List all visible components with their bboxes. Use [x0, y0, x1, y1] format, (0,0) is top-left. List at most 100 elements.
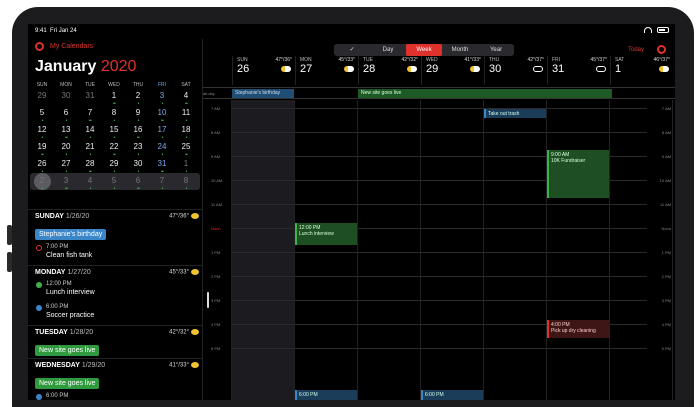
mini-day[interactable]: 15 •	[102, 125, 126, 141]
sidebar: My Calendars January 2020 SUN MON TUE WED TH…	[28, 39, 203, 400]
partly-sunny-icon	[191, 213, 199, 219]
agenda-event[interactable]: 6:00 PM Soccer practice	[28, 302, 203, 325]
mini-day[interactable]: 14 •	[78, 125, 102, 141]
mini-day[interactable]: 31	[78, 91, 102, 107]
mini-day[interactable]: 8 •	[102, 108, 126, 124]
event-dots: •	[161, 135, 164, 141]
week-column-header[interactable]: TUE 28 42°/32°	[358, 56, 421, 85]
battery-icon	[657, 27, 669, 33]
event-dots: •	[185, 135, 188, 141]
mini-day[interactable]: 18 •	[174, 125, 198, 141]
calendar-event[interactable]: 12:00 PM Lunch interview	[295, 223, 357, 245]
mini-day[interactable]: 6 •	[54, 108, 78, 124]
mini-day[interactable]: 3 • •	[54, 176, 78, 192]
mini-day[interactable]: 7 •	[150, 176, 174, 192]
mini-day[interactable]: 8 •	[174, 176, 198, 192]
mini-day[interactable]: 13 • •	[54, 125, 78, 141]
event-dots: • •	[137, 186, 140, 192]
calendar-event[interactable]: Take out trash	[484, 109, 546, 118]
mini-day[interactable]: 21 •	[78, 142, 102, 158]
mini-day[interactable]: 5 •	[102, 176, 126, 192]
mini-day[interactable]: 29 •	[102, 159, 126, 175]
column-date: 28	[363, 63, 376, 75]
view-tab[interactable]: Year	[478, 44, 514, 56]
today-button[interactable]: Today	[628, 47, 644, 53]
calendar-event[interactable]: 6:00 PM	[421, 390, 483, 400]
view-tab[interactable]: Month	[442, 44, 478, 56]
hour-grid: 7 AM 7 AM 8 AM 8 AM 9 AM 9 AM 10 AM 10 AM 11 AM 1…	[203, 100, 675, 400]
mini-day[interactable]: 4 •	[78, 176, 102, 192]
calendar-event[interactable]: 4:00 PM Pick up dry cleaning	[547, 320, 609, 338]
week-column-header[interactable]: WED 29 41°/33°	[421, 56, 484, 85]
agenda-event-name: Soccer practice	[46, 312, 95, 319]
mini-day[interactable]: 2 •	[126, 91, 150, 107]
mini-day[interactable]: 2 •	[30, 176, 54, 192]
event-dots: •	[65, 169, 68, 175]
my-calendars-link[interactable]: My Calendars	[50, 43, 93, 50]
mini-day[interactable]: 31 • •	[150, 159, 174, 175]
day-column-divider	[483, 100, 484, 400]
mini-day[interactable]: 29	[30, 91, 54, 107]
agenda-event[interactable]: 7:00 PM Clean fish tank	[28, 242, 203, 265]
column-date: 27	[300, 63, 313, 75]
week-column-header[interactable]: FRI 31 45°/37°	[547, 56, 610, 85]
agenda-day-header: MONDAY 1/27/20 45°/33°	[28, 265, 203, 279]
mini-day[interactable]: 17 •	[150, 125, 174, 141]
mini-day[interactable]: 22 • •	[102, 142, 126, 158]
agenda-allday-chip[interactable]: New site goes live	[35, 378, 100, 389]
partly-sunny-icon	[191, 362, 199, 368]
mini-day[interactable]: 30 •	[126, 159, 150, 175]
mini-day[interactable]: 24 •	[150, 142, 174, 158]
mini-day[interactable]: 19 • •	[30, 142, 54, 158]
week-column-header[interactable]: MON 27 45°/33°	[295, 56, 358, 85]
allday-event-site-live[interactable]: New site goes live	[358, 89, 612, 98]
mini-day[interactable]: 12 •	[30, 125, 54, 141]
mini-day[interactable]: 26 •	[30, 159, 54, 175]
gear-icon[interactable]	[35, 42, 44, 51]
column-temperature: 42°/32°	[401, 57, 418, 63]
mini-day[interactable]: 16 • •	[126, 125, 150, 141]
hour-label-left: 7 AM	[211, 106, 221, 111]
column-temperature: 42°/37°	[527, 57, 544, 63]
allday-event-birthday[interactable]: Stephanie's birthday	[232, 89, 294, 98]
search-icon[interactable]	[657, 45, 666, 54]
agenda-event[interactable]: 12:00 PM Lunch interview	[28, 279, 203, 302]
event-dots: •	[161, 101, 164, 107]
scroll-indicator[interactable]	[207, 292, 209, 308]
mini-day[interactable]: 4 • •	[174, 91, 198, 107]
mini-day[interactable]: 1 • •	[102, 91, 126, 107]
volume-down-button	[7, 252, 12, 272]
mini-day[interactable]: 20 •	[54, 142, 78, 158]
all-day-label: all-day	[203, 91, 215, 96]
calendar-event[interactable]: 6:00 PM	[295, 390, 357, 400]
partly-sunny-icon	[659, 66, 669, 72]
agenda-day-name: TUESDAY	[35, 329, 68, 336]
mini-day[interactable]: 7 • •	[78, 108, 102, 124]
mini-day[interactable]: 27 •	[54, 159, 78, 175]
event-dots: •	[161, 152, 164, 158]
week-view: all-day Stephanie's birthday New site go…	[203, 56, 675, 400]
cloud-icon	[533, 66, 543, 72]
mini-day[interactable]: 3 •	[150, 91, 174, 107]
agenda-event[interactable]: 6:00 PMDinner with Sam	[28, 391, 203, 400]
week-column-header[interactable]: SAT 1 46°/37°	[610, 56, 673, 85]
week-column-header[interactable]: SUN 26 47°/36°	[232, 56, 295, 85]
mini-day[interactable]: 6 • •	[126, 176, 150, 192]
calendar-event[interactable]: 9:00 AM 10K Fundraiser	[547, 150, 609, 198]
view-tab[interactable]: ✓	[334, 44, 370, 56]
mini-day[interactable]: 30	[54, 91, 78, 107]
mini-day[interactable]: 28 • •	[78, 159, 102, 175]
week-column-header[interactable]: THU 30 42°/37°	[484, 56, 547, 85]
agenda-allday-chip[interactable]: New site goes live	[35, 345, 100, 356]
view-tab[interactable]: Day	[370, 44, 406, 56]
mini-day[interactable]: 23 •	[126, 142, 150, 158]
mini-day[interactable]: 9 •	[126, 108, 150, 124]
agenda-weather: 41°/33°	[169, 362, 199, 369]
mini-day[interactable]: 25 • •	[174, 142, 198, 158]
mini-day[interactable]: 1 •	[174, 159, 198, 175]
mini-day[interactable]: 11 •	[174, 108, 198, 124]
view-tab[interactable]: Week	[406, 44, 442, 56]
mini-day[interactable]: 5 •	[30, 108, 54, 124]
mini-day[interactable]: 10 • •	[150, 108, 174, 124]
agenda-allday-chip[interactable]: Stephanie's birthday	[35, 229, 107, 240]
